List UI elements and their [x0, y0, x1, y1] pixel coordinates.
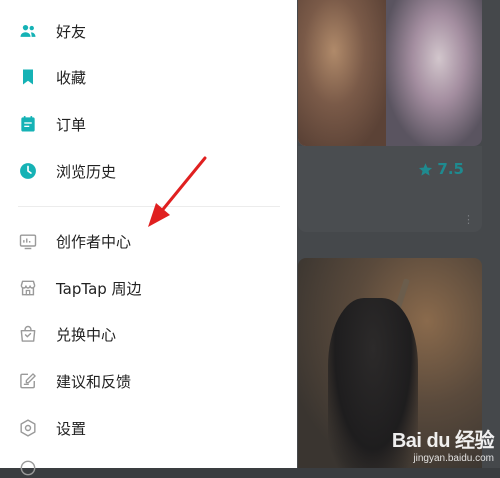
rating-value: 7.5 [437, 160, 464, 178]
menu-item-label: 订单 [56, 115, 87, 134]
menu-item-label: 浏览历史 [56, 162, 117, 181]
menu-item-label: 创作者中心 [56, 232, 132, 251]
menu-item-settings[interactable]: 设置 [0, 408, 297, 448]
game-card-image[interactable] [298, 0, 482, 146]
baidu-jingyan-watermark: Bai du 经验 jingyan.baidu.com [391, 424, 495, 464]
menu-item-label: 设置 [56, 419, 87, 438]
menu-item-redeem-center[interactable]: 兑换中心 [0, 314, 297, 354]
store-icon [18, 278, 38, 298]
menu-item-history[interactable]: 浏览历史 [0, 151, 297, 191]
feedback-edit-icon [18, 371, 38, 391]
gear-icon [18, 418, 38, 438]
menu-item-feedback[interactable]: 建议和反馈 [0, 361, 297, 401]
menu-item-label: 好友 [56, 22, 87, 41]
star-icon [419, 162, 433, 176]
menu-item-favorites[interactable]: 收藏 [0, 57, 297, 97]
more-options-icon[interactable]: ⋮ [463, 213, 474, 226]
creator-monitor-icon [18, 231, 38, 251]
menu-item-creator-center[interactable]: 创作者中心 [0, 221, 297, 261]
watermark-logo: Bai du 经验 [391, 430, 495, 452]
friends-icon [18, 21, 38, 41]
menu-item-label: 兑换中心 [56, 325, 117, 344]
bookmark-icon [18, 67, 38, 87]
partial-icon [18, 458, 38, 478]
menu-item-orders[interactable]: 订单 [0, 104, 297, 144]
menu-item-label: 建议和反馈 [56, 372, 132, 391]
game-card-info[interactable]: 7.5 ⋮ [298, 146, 482, 232]
character-art [386, 0, 482, 146]
character-art [298, 0, 388, 146]
menu-item-label: TapTap 周边 [56, 279, 142, 298]
menu-item-partial[interactable] [0, 458, 297, 476]
order-icon [18, 114, 38, 134]
rating-badge: 7.5 [418, 160, 464, 178]
shopping-bag-icon [18, 324, 38, 344]
menu-divider [18, 206, 280, 207]
watermark-url: jingyan.baidu.com [413, 453, 494, 464]
menu-item-taptap-merch[interactable]: TapTap 周边 [0, 268, 297, 308]
navigation-drawer: 好友 收藏 订单 浏览历史 创作者中心 TapTap 周边 兑换中心 建议和反馈… [0, 0, 297, 476]
menu-item-friends[interactable]: 好友 [0, 11, 297, 51]
clock-icon [18, 161, 38, 181]
menu-item-label: 收藏 [56, 68, 87, 87]
